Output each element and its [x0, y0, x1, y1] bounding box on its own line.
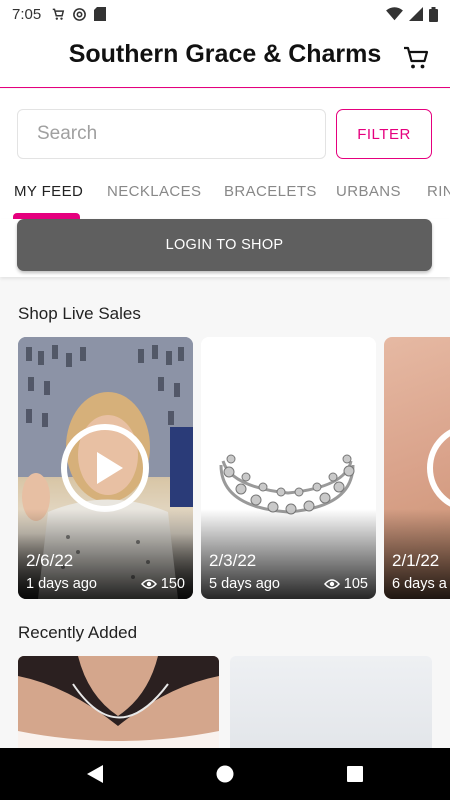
live-sale-card[interactable]: 2/6/22 1 days ago 150 — [18, 337, 193, 599]
live-sales-carousel: 2/6/22 1 days ago 150 2/3/22 5 days ago … — [18, 337, 450, 599]
status-time: 7:05 — [12, 5, 42, 23]
status-bar: 7:05 — [0, 0, 450, 28]
eye-icon — [323, 579, 340, 589]
live-sales-title: Shop Live Sales — [18, 304, 141, 323]
store-title: Southern Grace & Charms — [68, 40, 382, 68]
recently-added-list — [18, 656, 450, 748]
status-notification-icons — [51, 7, 107, 22]
at-notification-icon — [73, 7, 87, 21]
tab-bracelets[interactable]: BRACELETS — [224, 183, 317, 200]
sale-date: 2/3/22 — [209, 551, 257, 570]
wifi-icon — [386, 7, 403, 21]
view-count: 105 — [323, 576, 368, 592]
app-header: Southern Grace & Charms — [0, 28, 450, 88]
app-screen: 7:05 Southern Grace & Charms FILTER MY F… — [0, 0, 450, 800]
sale-ago: 1 days ago — [26, 576, 97, 592]
sale-ago: 5 days ago — [209, 576, 280, 592]
signal-icon — [409, 7, 423, 21]
home-icon[interactable] — [216, 764, 234, 784]
sale-ago: 6 days a — [392, 576, 447, 592]
category-tabs: MY FEED NECKLACES BRACELETS URBANS RIN — [0, 173, 450, 219]
cart-icon[interactable] — [402, 44, 430, 72]
status-system-icons — [386, 6, 438, 22]
recently-added-title: Recently Added — [18, 623, 138, 642]
view-count: 150 — [140, 576, 185, 592]
login-bar: LOGIN TO SHOP — [0, 219, 450, 277]
play-icon[interactable] — [427, 424, 450, 512]
product-card[interactable] — [18, 656, 219, 748]
live-sale-card[interactable]: 2/3/22 5 days ago 105 — [201, 337, 376, 599]
sale-date: 2/1/22 — [392, 551, 440, 570]
search-bar: FILTER — [0, 89, 450, 173]
login-to-shop-button[interactable]: LOGIN TO SHOP — [17, 219, 432, 271]
sd-card-icon — [94, 7, 107, 21]
tab-urbans[interactable]: URBANS — [336, 183, 401, 200]
product-card[interactable] — [230, 656, 432, 748]
sale-date: 2/6/22 — [26, 551, 74, 570]
filter-button[interactable]: FILTER — [336, 109, 432, 159]
search-input[interactable] — [17, 109, 326, 159]
eye-icon — [140, 579, 157, 589]
system-nav-bar — [0, 748, 450, 800]
recents-icon[interactable] — [346, 764, 364, 784]
necklace-thumbnail — [18, 656, 219, 748]
live-sale-card[interactable]: 2/1/22 6 days a — [384, 337, 450, 599]
tab-my-feed[interactable]: MY FEED — [14, 183, 83, 200]
cart-notification-icon — [52, 8, 65, 20]
battery-icon — [429, 6, 438, 22]
tab-necklaces[interactable]: NECKLACES — [107, 183, 201, 200]
back-icon[interactable] — [86, 764, 104, 784]
tab-rings[interactable]: RIN — [427, 183, 450, 200]
play-icon[interactable] — [61, 424, 149, 512]
